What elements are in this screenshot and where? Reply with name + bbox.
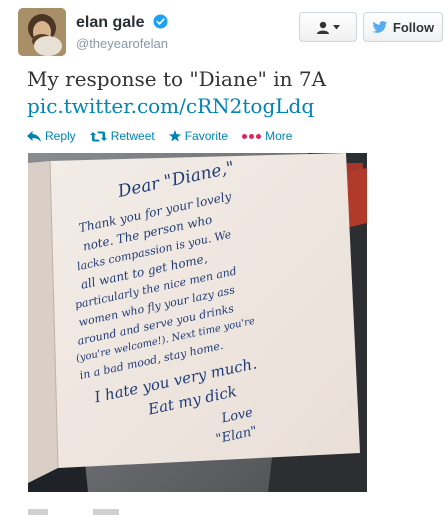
favorite-button[interactable]: Favorite (168, 129, 229, 143)
user-handle[interactable]: @theyearofelan (76, 36, 168, 51)
avatar[interactable] (18, 8, 66, 56)
reply-icon (27, 130, 41, 142)
tweet-actions: Reply Retweet Favorite More (27, 129, 306, 143)
user-icon (317, 21, 329, 34)
twitter-bird-icon (372, 20, 388, 33)
retweet-label: Retweet (110, 129, 155, 143)
tweet-body: My response to "Diane" in 7A (27, 67, 327, 91)
caret-down-icon (333, 24, 340, 29)
user-info: elan gale @theyearofelan (76, 14, 168, 51)
reply-button[interactable]: Reply (27, 129, 76, 143)
favorite-label: Favorite (184, 129, 229, 143)
more-button[interactable]: More (242, 129, 292, 143)
follow-label: Follow (392, 19, 435, 35)
follow-button[interactable]: Follow (363, 12, 443, 42)
handwritten-note: Dear "Diane," Thank you for your lovely … (42, 153, 367, 472)
more-dots-icon (242, 133, 262, 139)
retweet-icon (89, 131, 107, 141)
user-menu-button[interactable] (299, 12, 357, 42)
verified-badge-icon (153, 14, 168, 34)
reply-label: Reply (45, 129, 76, 143)
tweet-text: My response to "Diane" in 7A pic.twitter… (27, 66, 427, 120)
retweet-button[interactable]: Retweet (89, 129, 155, 143)
star-icon (168, 130, 181, 142)
tweet-media-link[interactable]: pic.twitter.com/cRN2togLdq (27, 94, 314, 118)
tweet-header: elan gale @theyearofelan Follow (18, 6, 443, 56)
user-name[interactable]: elan gale (76, 14, 144, 31)
tweet-photo[interactable]: Dear "Diane," Thank you for your lovely … (28, 153, 367, 492)
more-label: More (265, 129, 293, 143)
tweet-stats-partial (28, 506, 228, 515)
